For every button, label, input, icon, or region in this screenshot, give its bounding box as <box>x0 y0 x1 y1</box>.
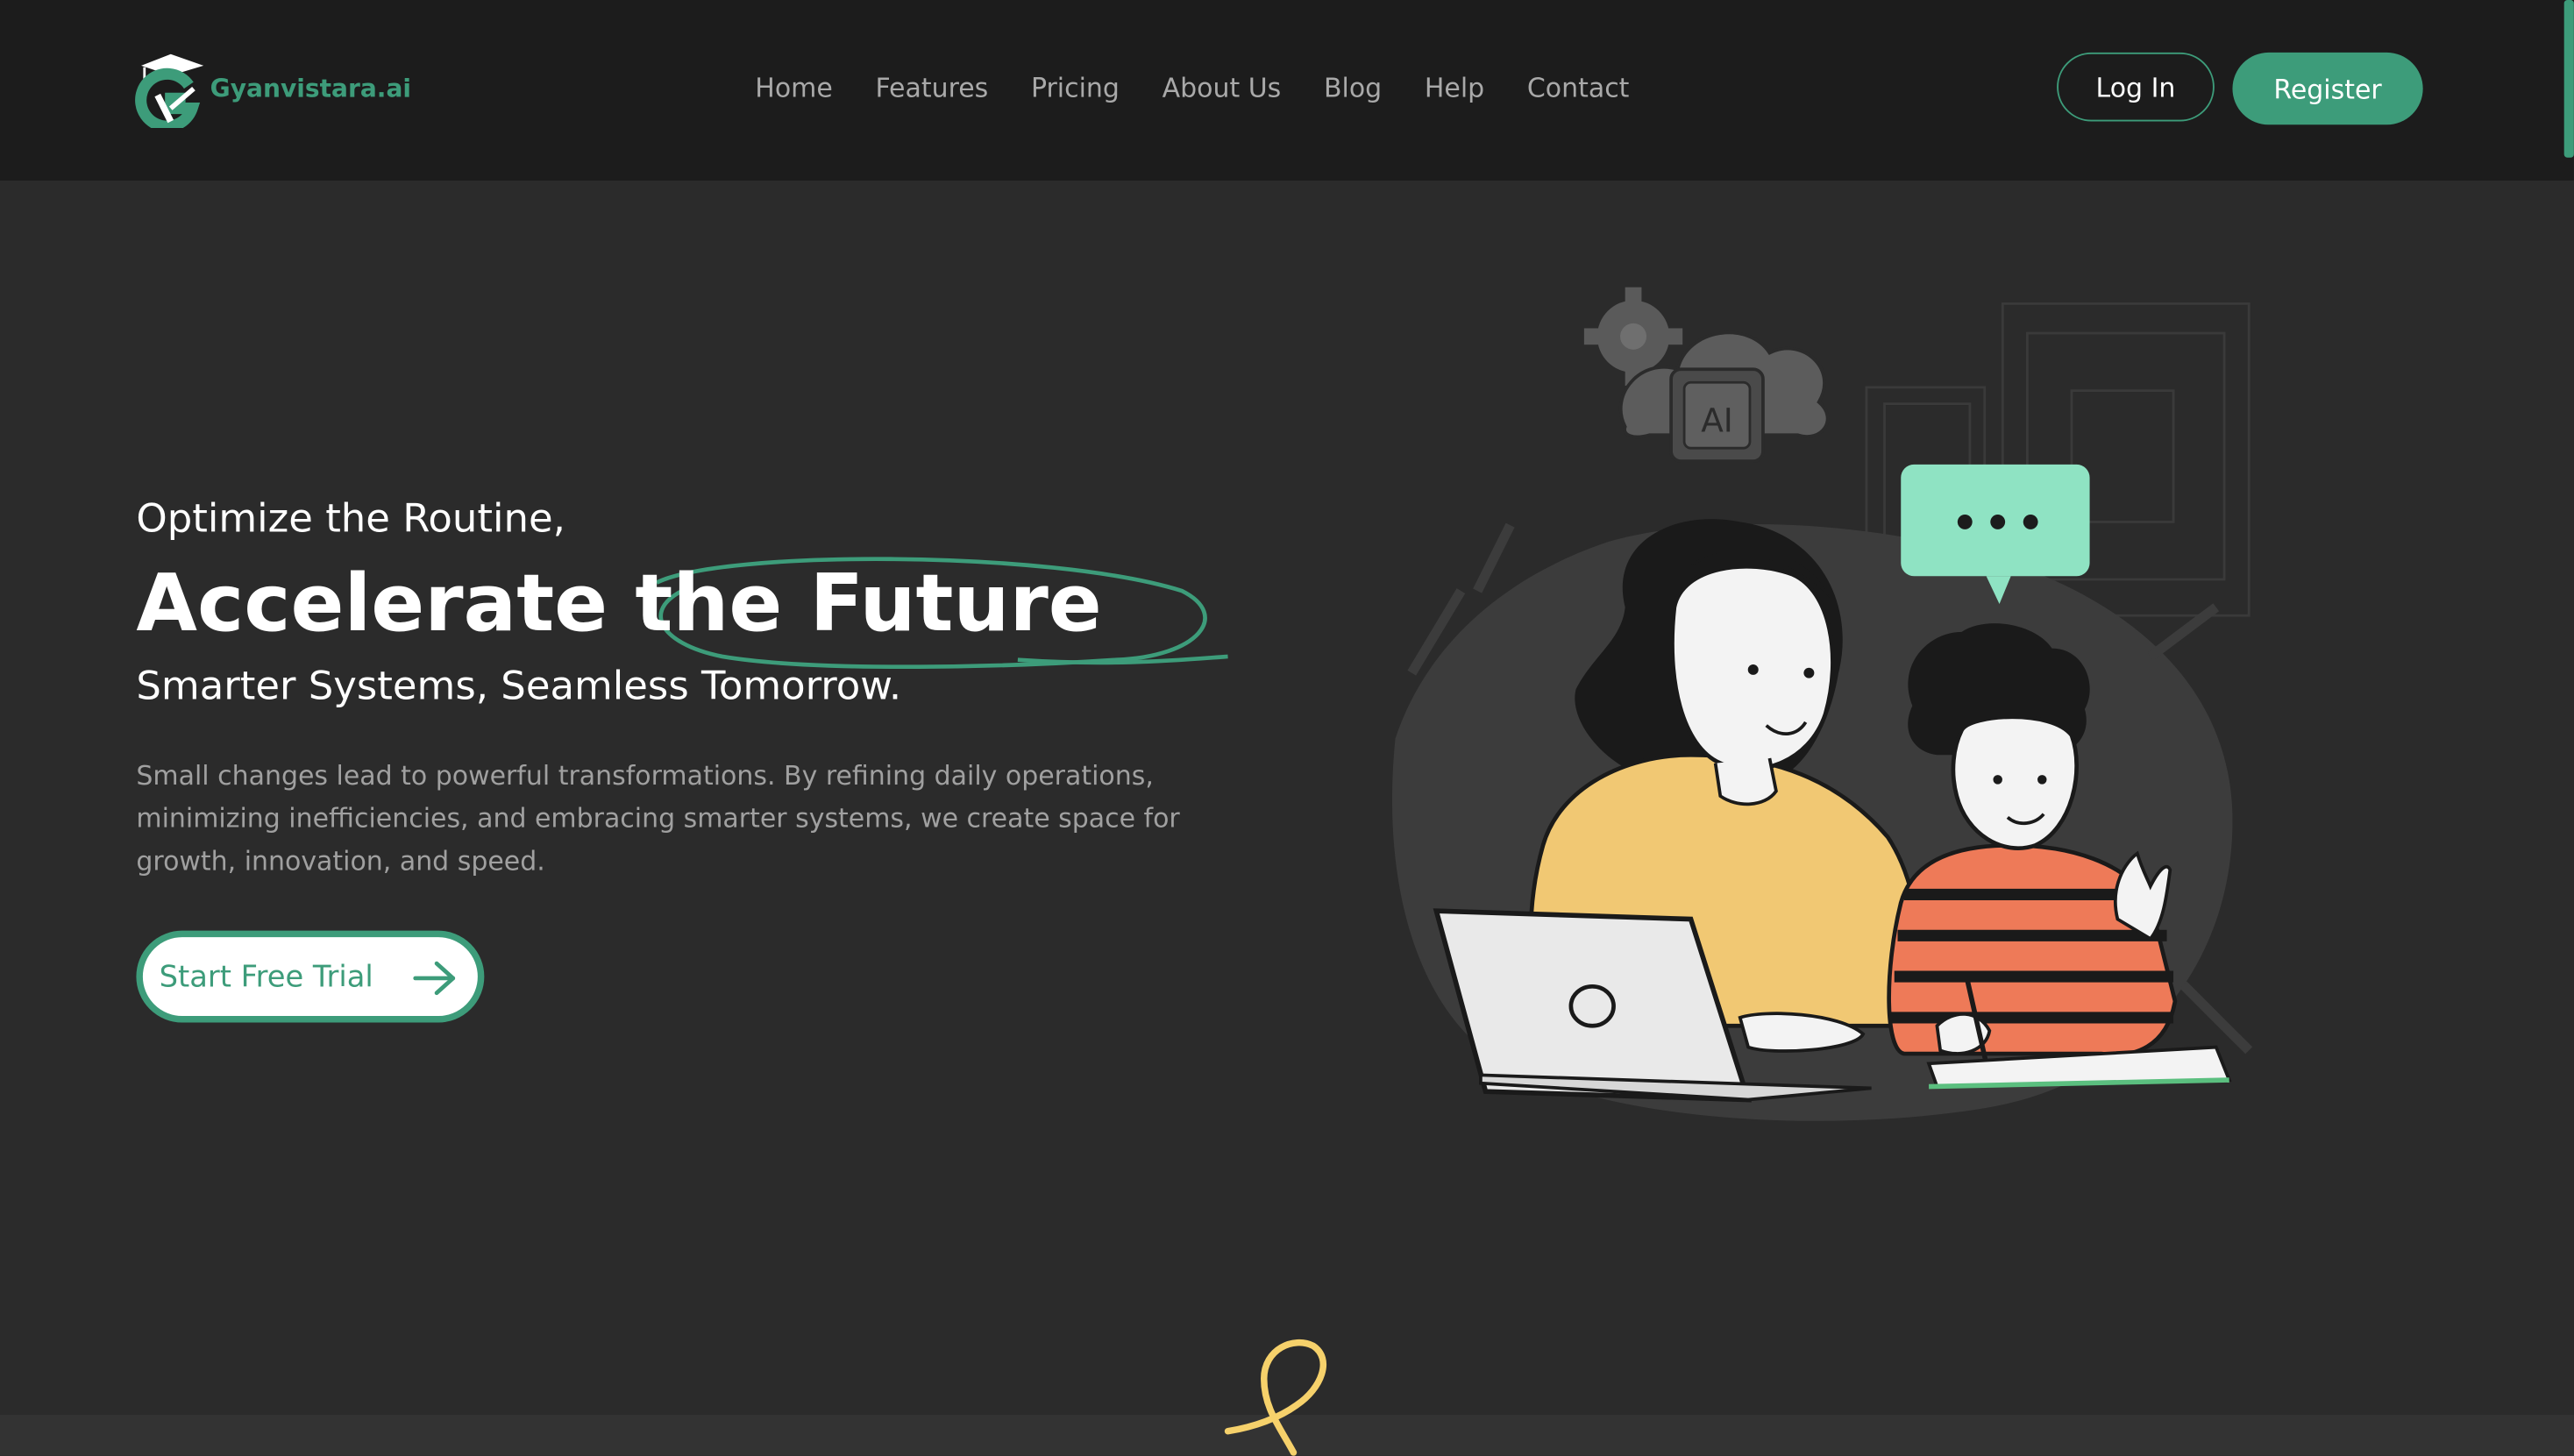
login-button[interactable]: Log In <box>2057 52 2215 122</box>
hero-kicker: Optimize the Routine, <box>136 495 565 542</box>
scrollbar-thumb[interactable] <box>2563 0 2574 158</box>
register-button[interactable]: Register <box>2232 52 2423 125</box>
start-free-trial-button[interactable]: Start Free Trial <box>136 930 485 1023</box>
squiggle-decoration <box>1224 1339 1326 1456</box>
hero-title: Accelerate the Future <box>136 558 1102 650</box>
nav-contact[interactable]: Contact <box>1527 66 1630 111</box>
brand-logo[interactable]: Gyanvistara.ai <box>135 49 412 129</box>
nav-blog[interactable]: Blog <box>1324 66 1382 111</box>
nav-help[interactable]: Help <box>1425 66 1484 111</box>
page: Gyanvistara.ai Home Features Pricing Abo… <box>0 0 2574 1456</box>
top-navbar: Gyanvistara.ai Home Features Pricing Abo… <box>0 0 2574 181</box>
main-nav: Home Features Pricing About Us Blog Help… <box>755 66 1672 111</box>
hero-illustration: AI <box>1391 287 2253 1121</box>
nav-about-us[interactable]: About Us <box>1163 66 1282 111</box>
nav-pricing[interactable]: Pricing <box>1031 66 1120 111</box>
nav-features[interactable]: Features <box>875 66 988 111</box>
ai-chip-label: AI <box>1701 401 1733 439</box>
nav-home[interactable]: Home <box>755 66 832 111</box>
arrow-right-icon <box>413 961 456 996</box>
brand-name: Gyanvistara.ai <box>210 74 412 103</box>
hero-description: Small changes lead to powerful transform… <box>136 759 1180 877</box>
cta-label: Start Free Trial <box>159 959 373 994</box>
logo-mark-icon <box>135 53 204 129</box>
